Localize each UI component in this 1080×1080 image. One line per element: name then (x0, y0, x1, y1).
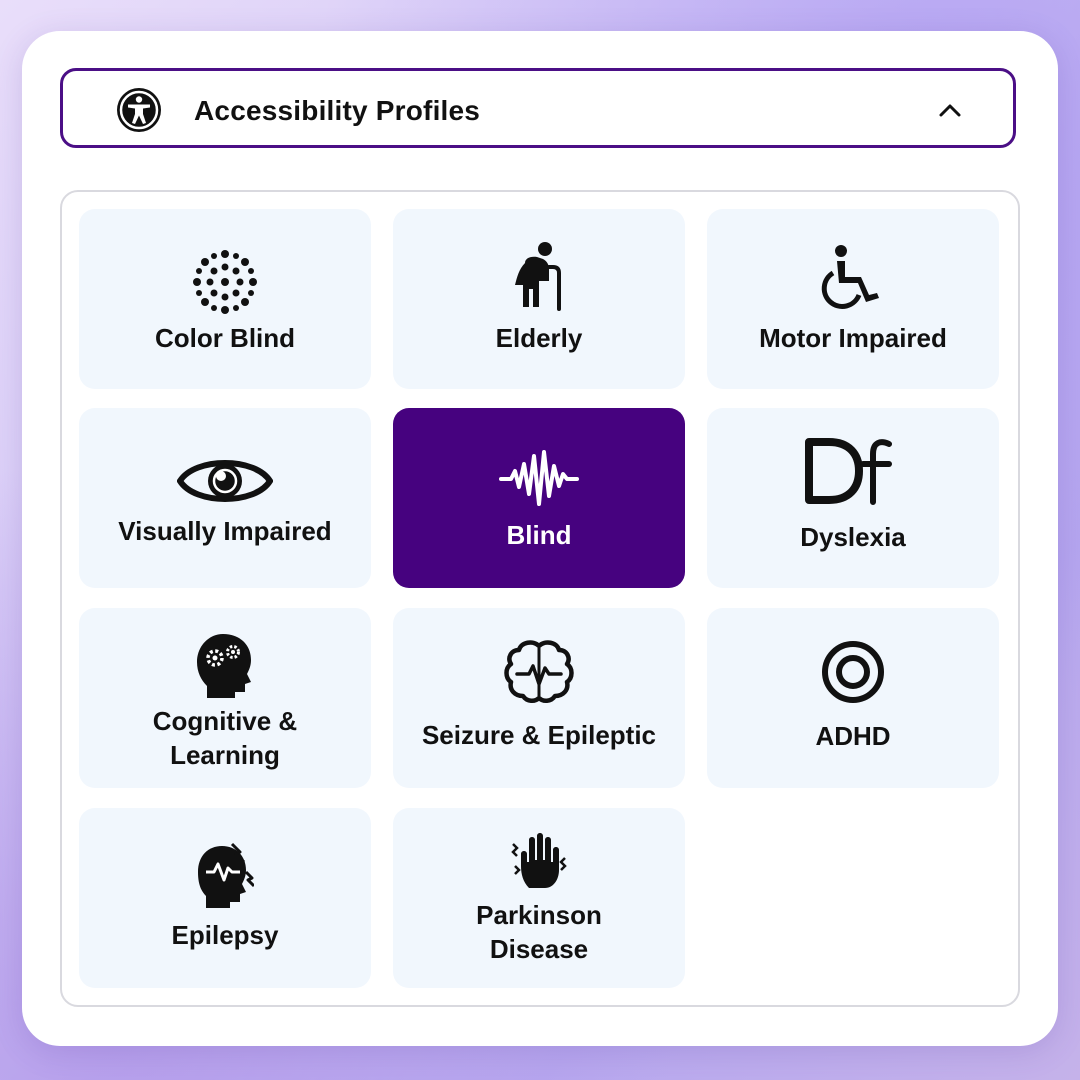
target-icon (707, 640, 999, 704)
profiles-header[interactable]: Accessibility Profiles (60, 68, 1016, 148)
profile-seizure-epileptic[interactable]: Seizure & Epileptic (393, 608, 685, 788)
profile-parkinson-disease[interactable]: Parkinson Disease (393, 808, 685, 988)
dyslexia-df-icon (707, 434, 999, 506)
profile-label-line1: Cognitive & (152, 706, 298, 736)
profile-color-blind[interactable]: Color Blind (79, 209, 371, 389)
profile-label: Motor Impaired (759, 323, 947, 353)
profile-label: Visually Impaired (118, 516, 332, 546)
profile-elderly[interactable]: Elderly (393, 209, 685, 389)
dot-pattern-icon (79, 249, 371, 315)
profile-epilepsy[interactable]: Epilepsy (79, 808, 371, 988)
accessibility-person-icon (116, 87, 162, 133)
profile-label: Elderly (495, 323, 583, 353)
shaking-hand-icon (393, 830, 685, 890)
profile-dyslexia[interactable]: Dyslexia (707, 408, 999, 588)
header-title: Accessibility Profiles (194, 95, 481, 126)
profile-label: ADHD (815, 721, 891, 751)
profile-label: Dyslexia (800, 522, 906, 552)
profile-label: Epilepsy (171, 920, 279, 950)
elderly-person-icon (393, 241, 685, 311)
profile-motor-impaired[interactable]: Motor Impaired (707, 209, 999, 389)
profile-label-line2: Disease (489, 934, 589, 964)
soundwave-icon (393, 446, 685, 512)
head-gears-icon (79, 632, 371, 698)
profile-blind[interactable]: Blind (393, 408, 685, 588)
profile-visually-impaired[interactable]: Visually Impaired (79, 408, 371, 588)
profile-label: Color Blind (154, 323, 296, 353)
profile-label-line1: Parkinson (476, 900, 602, 930)
wheelchair-icon (707, 243, 999, 311)
profile-label: Blind (506, 520, 572, 550)
profile-cognitive-learning[interactable]: Cognitive & Learning (79, 608, 371, 788)
profile-label-line2: Learning (170, 740, 280, 770)
eye-icon (79, 452, 371, 510)
chevron-up-icon[interactable] (935, 95, 965, 125)
profile-label: Seizure & Epileptic (421, 720, 657, 750)
brain-pulse-icon (393, 640, 685, 704)
profile-adhd[interactable]: ADHD (707, 608, 999, 788)
head-lightning-icon (79, 842, 371, 908)
